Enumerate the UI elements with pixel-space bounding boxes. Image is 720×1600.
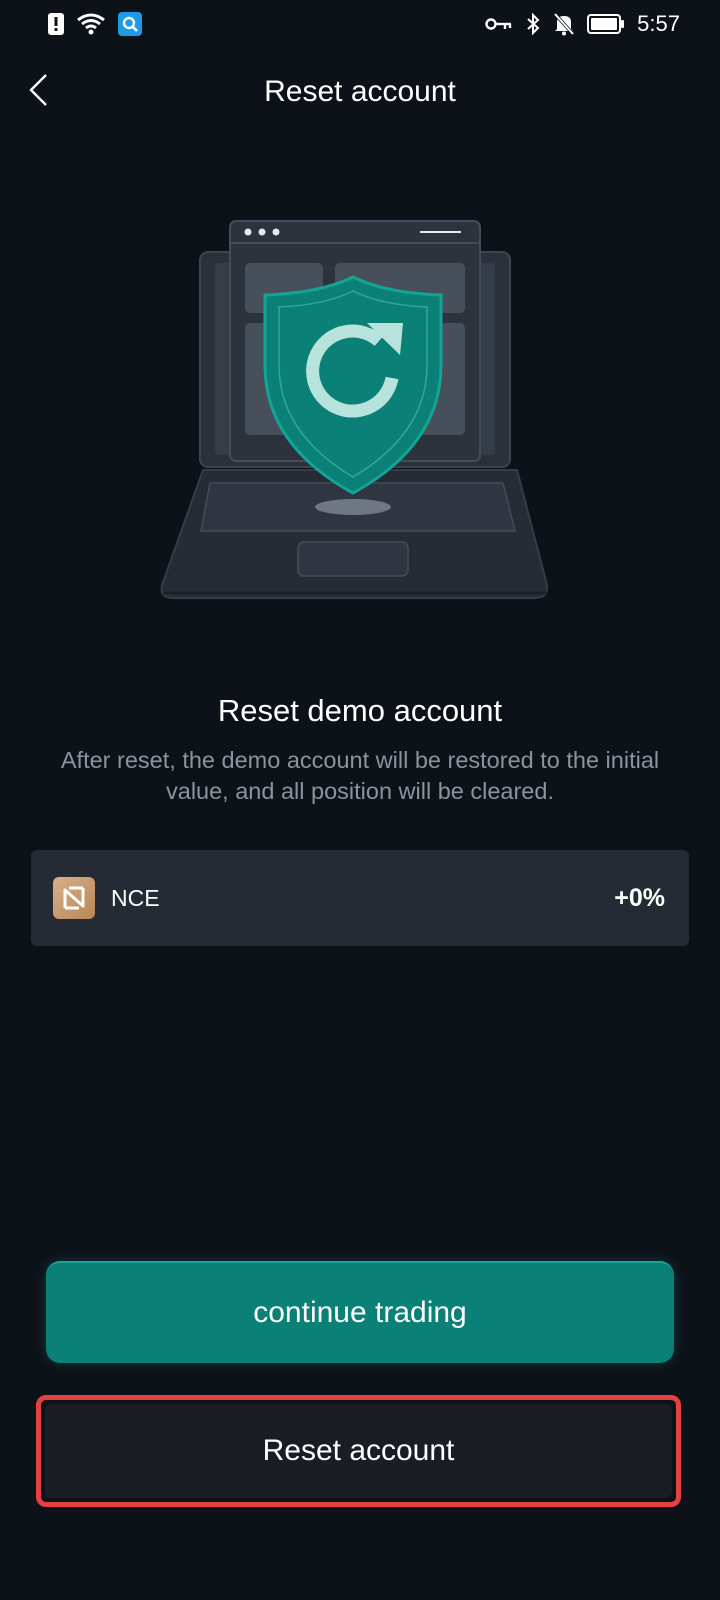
back-button[interactable] [18, 72, 58, 112]
status-right: 5:57 [485, 11, 680, 37]
status-bar: 5:57 [0, 0, 720, 48]
search-app-icon [118, 12, 142, 36]
account-change-value: +0% [614, 883, 665, 912]
reset-account-button[interactable]: Reset account [45, 1404, 672, 1498]
notifications-off-icon [553, 12, 575, 36]
status-time: 5:57 [637, 11, 680, 36]
alert-icon [48, 13, 64, 35]
wifi-icon [76, 13, 106, 35]
status-left [48, 12, 142, 36]
section-title: Reset demo account [217, 693, 503, 728]
chevron-left-icon [26, 72, 50, 113]
bluetooth-icon [525, 12, 541, 36]
section-description: After reset, the demo account will be re… [60, 747, 660, 804]
header: Reset account [0, 60, 720, 124]
battery-icon [587, 13, 625, 35]
account-name: NCE [111, 884, 160, 911]
account-info: NCE [53, 877, 160, 919]
account-card: NCE +0% [31, 850, 689, 946]
laptop-shield-reset-illustration [155, 215, 565, 615]
page-title: Reset account [264, 75, 456, 108]
reset-button-highlight: Reset account [36, 1395, 681, 1507]
continue-trading-button[interactable]: continue trading [46, 1261, 674, 1363]
nce-logo-icon [53, 877, 95, 919]
key-icon [485, 16, 513, 32]
